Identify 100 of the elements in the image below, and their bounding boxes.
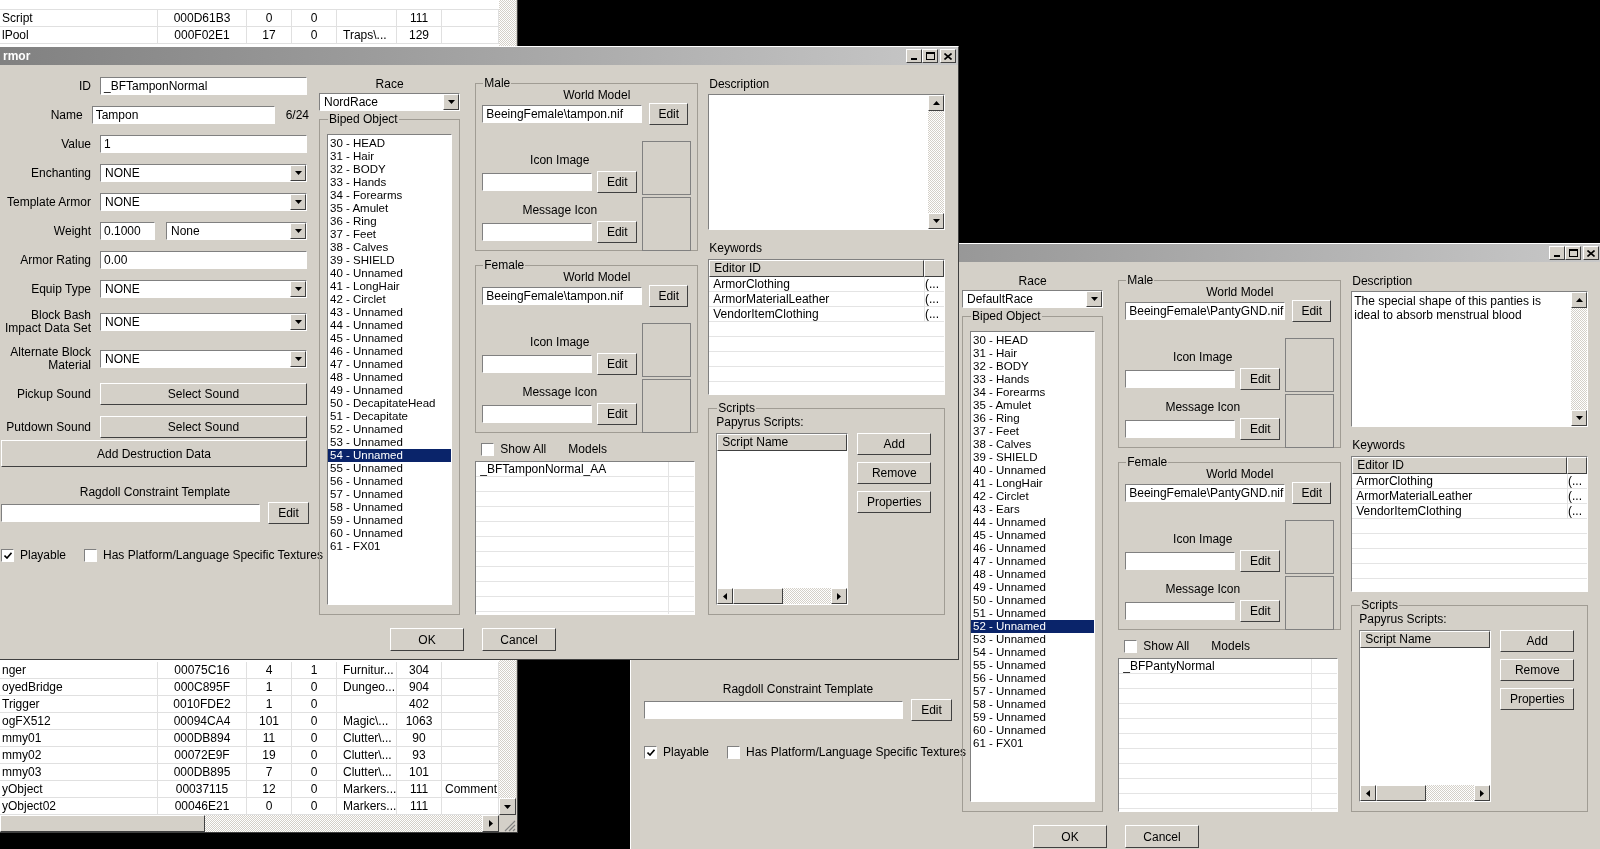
list-item[interactable]: 59 - Unnamed	[328, 514, 452, 527]
edit-button[interactable]: Edit	[597, 171, 638, 193]
list-item[interactable]: 32 - BODY	[971, 360, 1095, 373]
list-item[interactable]: 42 - Circlet	[971, 490, 1095, 503]
checkbox[interactable]	[84, 548, 98, 562]
icon-path-field[interactable]	[1125, 552, 1236, 570]
text-field[interactable]: _BFTamponNormal	[100, 77, 307, 95]
edit-button[interactable]: Edit	[268, 502, 309, 524]
dropdown-arrow-button[interactable]	[290, 223, 306, 239]
scroll-up-button[interactable]	[1571, 292, 1587, 308]
list-item[interactable]: 43 - Unnamed	[328, 306, 452, 319]
list-item[interactable]: 39 - SHIELD	[328, 254, 452, 267]
list-item[interactable]: 46 - Unnamed	[971, 542, 1095, 555]
list-item[interactable]: 35 - Amulet	[328, 202, 452, 215]
list-item[interactable]: 37 - Feet	[971, 425, 1095, 438]
dialog-button[interactable]: Cancel	[482, 628, 556, 651]
script-action-button[interactable]: Remove	[857, 462, 932, 484]
column-header[interactable]	[924, 260, 944, 277]
edit-button[interactable]: Edit	[911, 699, 952, 721]
list-item[interactable]: 44 - Unnamed	[328, 319, 452, 332]
list-item[interactable]: 33 - Hands	[971, 373, 1095, 386]
maximize-button[interactable]	[922, 49, 938, 63]
dropdown[interactable]: NONE	[100, 280, 307, 298]
script-action-button[interactable]: Add	[857, 433, 932, 455]
dropdown-arrow-button[interactable]	[290, 194, 306, 210]
dropdown-arrow-button[interactable]	[290, 314, 306, 330]
dialog-button[interactable]: OK	[390, 628, 464, 651]
scroll-right-button[interactable]	[831, 588, 848, 604]
scroll-right-button[interactable]	[1474, 785, 1491, 801]
list-item[interactable]: 37 - Feet	[328, 228, 452, 241]
maximize-button[interactable]	[1565, 246, 1581, 260]
list-item[interactable]: 41 - LongHair	[971, 477, 1095, 490]
column-header[interactable]	[1567, 457, 1587, 474]
close-button[interactable]	[940, 49, 956, 63]
edit-button[interactable]: Edit	[649, 103, 689, 125]
icon-path-field[interactable]	[482, 173, 593, 191]
list-item[interactable]: 46 - Unnamed	[328, 345, 452, 358]
scroll-down-button[interactable]	[1571, 410, 1587, 426]
list-item[interactable]: 40 - Unnamed	[971, 464, 1095, 477]
text-field[interactable]: 1	[100, 135, 307, 153]
dropdown[interactable]: NONE	[100, 193, 307, 211]
checkbox[interactable]	[644, 745, 657, 759]
list-item[interactable]: 39 - SHIELD	[971, 451, 1095, 464]
edit-button[interactable]: Edit	[649, 285, 689, 307]
dropdown-arrow-button[interactable]	[290, 351, 306, 367]
list-item[interactable]: 38 - Calves	[328, 241, 452, 254]
text-field[interactable]: 0.00	[100, 251, 307, 269]
list-item[interactable]: 42 - Circlet	[328, 293, 452, 306]
list-item[interactable]: 52 - Unnamed	[328, 423, 452, 436]
edit-button[interactable]: Edit	[1240, 368, 1281, 390]
text-field[interactable]: Tampon	[91, 106, 275, 124]
list-item[interactable]: 31 - Hair	[971, 347, 1095, 360]
list-item[interactable]: 31 - Hair	[328, 150, 452, 163]
list-item[interactable]: 44 - Unnamed	[971, 516, 1095, 529]
text-field[interactable]: BeeingFemale\tampon.nif	[482, 105, 643, 123]
list-item[interactable]: 60 - Unnamed	[971, 724, 1095, 737]
list-item[interactable]: 30 - HEAD	[971, 334, 1095, 347]
list-item[interactable]: 43 - Ears	[971, 503, 1095, 516]
list-item[interactable]: 34 - Forearms	[328, 189, 452, 202]
list-item[interactable]: 51 - Unnamed	[971, 607, 1095, 620]
list-item[interactable]: 36 - Ring	[328, 215, 452, 228]
dropdown-arrow-button[interactable]	[1086, 291, 1103, 307]
list-item[interactable]: 57 - Unnamed	[328, 488, 452, 501]
dropdown[interactable]: DefaultRace	[962, 290, 1104, 308]
list-item[interactable]: 60 - Unnamed	[328, 527, 452, 540]
list-item[interactable]: 45 - Unnamed	[328, 332, 452, 345]
scroll-left-button[interactable]	[1360, 785, 1377, 801]
list-item[interactable]: 32 - BODY	[328, 163, 452, 176]
scroll-thumb[interactable]	[0, 815, 205, 832]
list-item[interactable]: 45 - Unnamed	[971, 529, 1095, 542]
edit-button[interactable]: Edit	[1292, 300, 1332, 322]
list-item[interactable]: 48 - Unnamed	[971, 568, 1095, 581]
list-item[interactable]: 55 - Unnamed	[971, 659, 1095, 672]
list-item[interactable]: 54 - Unnamed	[328, 449, 452, 462]
list-item[interactable]: 54 - Unnamed	[971, 646, 1095, 659]
minimize-button[interactable]	[906, 49, 922, 63]
dropdown[interactable]: NONE	[100, 350, 307, 368]
column-header[interactable]: Script Name	[1360, 631, 1491, 648]
checkbox[interactable]	[1124, 639, 1138, 653]
dropdown-arrow-button[interactable]	[290, 281, 306, 297]
icon-path-field[interactable]	[482, 223, 593, 241]
list-item[interactable]: 53 - Unnamed	[328, 436, 452, 449]
list-item[interactable]: 40 - Unnamed	[328, 267, 452, 280]
list-item[interactable]: 30 - HEAD	[328, 137, 452, 150]
list-item[interactable]: 33 - Hands	[328, 176, 452, 189]
list-item[interactable]: 41 - LongHair	[328, 280, 452, 293]
dropdown-arrow-button[interactable]	[443, 94, 460, 110]
icon-path-field[interactable]	[1125, 370, 1236, 388]
text-field[interactable]: 0.1000	[100, 222, 155, 240]
script-action-button[interactable]: Properties	[857, 491, 932, 513]
icon-path-field[interactable]	[1125, 602, 1236, 620]
dialog-button[interactable]: Cancel	[1125, 825, 1199, 848]
select-sound-button[interactable]: Select Sound	[100, 416, 307, 438]
size-grip-icon[interactable]	[504, 820, 516, 832]
list-item[interactable]: 47 - Unnamed	[328, 358, 452, 371]
list-item[interactable]: 48 - Unnamed	[328, 371, 452, 384]
edit-button[interactable]: Edit	[597, 221, 638, 243]
list-item[interactable]: _BFPantyNormal	[1119, 659, 1312, 674]
script-action-button[interactable]: Properties	[1500, 688, 1575, 710]
list-item[interactable]: 61 - FX01	[328, 540, 452, 553]
